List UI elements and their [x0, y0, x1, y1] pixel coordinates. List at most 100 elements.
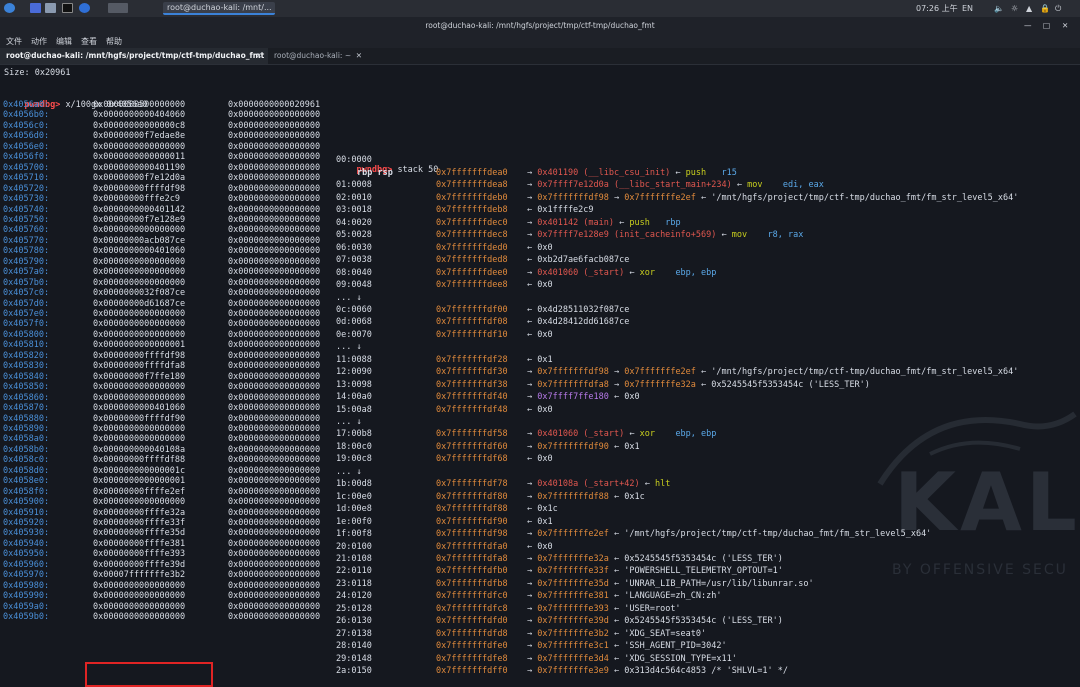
menu-action[interactable]: 动作 — [31, 36, 47, 47]
hexdump-value: 0x00000000ffffe39d — [93, 559, 186, 570]
hexdump-value: 0x0000000000000000 — [228, 403, 321, 414]
hexdump-address: 0x4058a0: — [3, 434, 50, 445]
stack-segment: ← 0x1c — [527, 504, 558, 515]
hexdump-address: 0x4057e0: — [3, 309, 50, 319]
stack-segment: 0x7fffffffe3d4 — [537, 653, 609, 664]
kali-menu-icon[interactable] — [4, 3, 15, 13]
stack-segment: → — [527, 441, 538, 452]
maximize-icon[interactable]: □ — [1043, 17, 1050, 34]
hexdump-value: 0x0000000000000000 — [93, 601, 186, 612]
tab-close-icon[interactable]: ✕ — [356, 48, 362, 64]
hexdump-value: 0x0000000000000000 — [228, 559, 321, 570]
stack-segment: 0x7ffff7e128e9 (init_cacheinfo+569) — [537, 230, 717, 241]
hexdump-address: 0x4057c0: — [3, 288, 50, 299]
stack-offset: 07:0038 — [336, 255, 372, 266]
workspace-icon[interactable] — [108, 3, 128, 13]
stack-segment: ← 0xb2d7ae6facb087ce — [527, 255, 630, 266]
stack-segment: → — [527, 641, 538, 652]
stack-segment: ← 0x5245545f5353454c ('LESS_TER') — [608, 616, 783, 627]
stack-segment: 0x7fffffffe393 — [537, 603, 609, 614]
stack-segment: ← 'POWERSHELL_TELEMETRY_OPTOUT=1' — [608, 566, 783, 577]
stack-offset: 17:00b8 — [336, 429, 372, 440]
hexdump-address: 0x4056d0: — [3, 131, 50, 142]
stack-segment: → — [527, 578, 538, 589]
minimize-icon[interactable]: — — [1024, 17, 1032, 34]
menu-file[interactable]: 文件 — [6, 36, 22, 47]
stack-address: 0x7fffffffded0 — [436, 242, 508, 253]
stack-content: → 0x7fffffffe3b2 ← 'XDG_SEAT=seat0' — [527, 629, 706, 639]
stack-offset: 0c:0060 — [336, 304, 372, 315]
taskbar-window-button[interactable]: root@duchao-kali: /mnt/... — [163, 2, 275, 15]
stack-offset: 1c:00e0 — [336, 491, 372, 502]
tab-close-icon[interactable]: ✕ — [256, 48, 262, 64]
stack-segment: ebp, ebp — [675, 267, 717, 278]
hexdump-value: 0x0000000000000000 — [228, 434, 321, 445]
stack-offset: 06:0030 — [336, 242, 372, 253]
menu-view[interactable]: 查看 — [81, 36, 97, 47]
hexdump-value: 0x0000000000401190 — [93, 162, 186, 173]
volume-icon[interactable]: 🔈 — [994, 3, 1004, 14]
stack-segment: → — [527, 628, 538, 639]
browser-icon[interactable] — [79, 3, 90, 13]
stack-segment: → — [608, 367, 625, 378]
tab-bar: root@duchao-kali: /mnt/hgfs/project/tmp/… — [0, 48, 1080, 65]
hexdump-row: 0x4057a0: 0x0000000000000000 0x00000000000… — [3, 267, 320, 278]
hexdump-value: 0x00000000ffffe32a — [93, 507, 186, 518]
stack-segment: 0x7fffffffdf98 — [537, 192, 609, 203]
stack-address: 0x7fffffffdf98 — [436, 529, 508, 540]
hexdump-row: 0x4059b0: 0x0000000000000000 0x00000000000… — [3, 612, 320, 623]
clock[interactable]: 07:26 上午 — [916, 3, 958, 14]
terminal-output[interactable]: KAL BY OFFENSIVE SECU Size: 0x20961 pwnd… — [0, 64, 1080, 687]
power-icon[interactable]: ⏻ — [1055, 3, 1061, 14]
hexdump-value: 0x0000000000000000 — [93, 141, 186, 152]
stack-content: → 0x7fffffffe381 ← 'LANGUAGE=zh_CN:zh' — [527, 591, 722, 601]
kali-watermark: KAL BY OFFENSIVE SECU — [870, 394, 1080, 624]
stack-address: 0x7fffffffdfc0 — [436, 591, 508, 602]
stack-segment: → — [527, 379, 538, 390]
stack-offset: 0e:0070 — [336, 329, 372, 340]
hexdump-address: 0x405870: — [3, 403, 50, 414]
stack-content: → 0x7fffffffdfa8 → 0x7fffffffe32a ← 0x52… — [527, 380, 870, 390]
hexdump-row: 0x4057f0: 0x0000000000000000 0x00000000000… — [3, 319, 320, 329]
hexdump-row: 0x405710: 0x00000000f7e12d0a 0x00000000000… — [3, 173, 320, 183]
terminal-icon[interactable] — [62, 3, 73, 13]
tab-duchao-fmt[interactable]: root@duchao-kali: /mnt/hgfs/project/tmp/… — [0, 48, 268, 64]
stack-offset: 08:0040 — [336, 267, 372, 278]
lock-icon[interactable]: 🔒 — [1040, 3, 1050, 14]
stack-segment: ← — [614, 217, 630, 228]
taskbar-window-title: root@duchao-kali: /mnt/... — [167, 3, 272, 12]
close-icon[interactable]: ✕ — [1062, 17, 1068, 34]
menu-help[interactable]: 帮助 — [106, 36, 122, 47]
desktop-icon[interactable] — [30, 3, 41, 13]
hexdump-address: 0x4059b0: — [3, 612, 50, 623]
hexdump-address: 0x4057a0: — [3, 267, 50, 278]
stack-offset: 15:00a8 — [336, 404, 372, 415]
tab-home[interactable]: root@duchao-kali: ~ ✕ — [268, 48, 368, 64]
stack-segment: 0x7fffffffe3c1 — [537, 641, 609, 652]
menu-edit[interactable]: 编辑 — [56, 36, 72, 47]
hexdump-address: 0x405800: — [3, 329, 50, 340]
brightness-icon[interactable]: ☼ — [1011, 3, 1018, 14]
taskbar: root@duchao-kali: /mnt/... 07:26 上午 EN 🔈… — [0, 0, 1080, 18]
notification-icon[interactable]: ▲ — [1026, 3, 1032, 14]
stack-offset: 0d:0068 — [336, 317, 372, 328]
stack-content: ← 0x0 — [527, 405, 553, 415]
hexdump-value: 0x0000000000000000 — [228, 173, 321, 184]
rbp-rsp-label: rbp rsp — [357, 168, 393, 178]
stack-segment: mov — [731, 230, 768, 241]
stack-segment: → — [527, 192, 538, 203]
keyboard-layout[interactable]: EN — [962, 3, 973, 14]
hexdump-address: 0x405960: — [3, 559, 50, 570]
tab-label: root@duchao-kali: /mnt/hgfs/project/tmp/… — [6, 51, 265, 60]
stack-address: 0x7fffffffdfd0 — [436, 616, 508, 627]
hexdump-address: 0x4056a0: — [3, 100, 50, 110]
file-manager-icon[interactable] — [45, 3, 56, 13]
hexdump-address: 0x4058c0: — [3, 455, 50, 466]
hexdump-value: 0x0000000000000000 — [228, 152, 321, 163]
hexdump-value: 0x0000000000000000 — [228, 309, 321, 319]
stack-content: → 0x401190 (__libc_csu_init) ← push r15 — [527, 168, 737, 178]
stack-offset: 04:0020 — [336, 217, 372, 228]
hexdump-row: 0x4056b0: 0x0000000000404060 0x00000000000… — [3, 110, 320, 120]
stack-segment: ← 'XDG_SESSION_TYPE=x11' — [608, 653, 737, 664]
hexdump-value: 0x0000000000000000 — [228, 570, 321, 581]
